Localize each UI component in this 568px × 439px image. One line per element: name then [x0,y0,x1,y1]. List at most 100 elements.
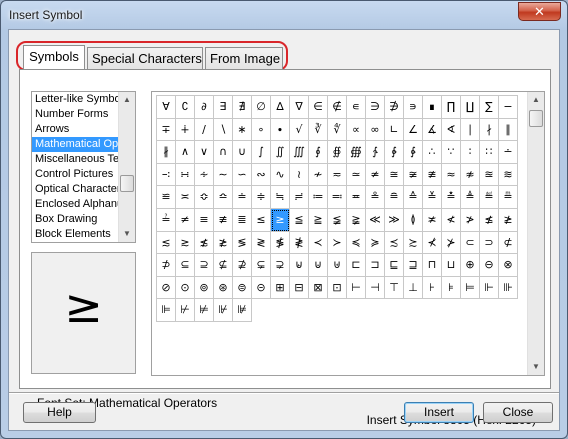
symbol-cell[interactable]: ∾ [252,163,271,187]
symbol-cell[interactable]: ⊧ [442,276,461,300]
symbol-cell[interactable]: ∗ [233,118,252,142]
symbol-cell[interactable]: ≋ [499,163,518,187]
symbol-cell[interactable]: ≦ [290,208,309,232]
symbol-cell[interactable]: ≆ [404,163,423,187]
symbol-cell[interactable]: ∱ [366,141,385,164]
symbol-cell[interactable]: ≼ [347,231,366,255]
symbol-cell[interactable]: ∹ [157,163,176,187]
symbol-cell[interactable]: ≖ [347,186,366,209]
symbol-cell[interactable]: − [499,96,518,119]
symbol-cell[interactable]: ≾ [385,231,404,255]
symbol-cell[interactable]: ∊ [347,96,366,119]
symbol-cell[interactable]: ∑ [480,96,499,119]
symbol-cell[interactable]: ∡ [423,118,442,142]
symbol-cell[interactable]: ∣ [461,118,480,142]
symbol-cell[interactable]: ⊫ [157,299,176,322]
symbol-cell[interactable]: ∄ [233,96,252,119]
scrollbar-thumb[interactable] [529,110,543,127]
symbol-cell[interactable]: ⊩ [480,276,499,300]
symbol-cell[interactable]: ∟ [385,118,404,142]
symbol-cell[interactable]: ⊥ [404,276,423,300]
symbol-cell[interactable]: ≏ [214,186,233,209]
symbol-cell[interactable]: ∶ [461,141,480,164]
symbol-cell[interactable]: ⊠ [309,276,328,300]
symbol-cell[interactable]: ⊕ [461,254,480,277]
symbol-cell[interactable]: ≧ [309,208,328,232]
symbol-cell[interactable]: ∏ [442,96,461,119]
symbol-cell[interactable]: ∭ [290,141,309,164]
symbol-cell[interactable]: ∲ [385,141,404,164]
symbol-cell[interactable]: ∺ [176,163,195,187]
symbol-cell[interactable]: ∯ [328,141,347,164]
symbol-cell[interactable]: ∛ [309,118,328,142]
font-subset-item[interactable]: Mathematical Operators [32,137,120,152]
symbol-cell[interactable]: ∎ [423,96,442,119]
symbol-cell[interactable]: ≒ [271,186,290,209]
symbol-cell[interactable]: ⊂ [461,231,480,255]
symbol-cell[interactable]: ∞ [366,118,385,142]
symbol-cell[interactable]: ≗ [366,186,385,209]
symbol-cell[interactable]: ⊜ [233,276,252,300]
symbol-cell[interactable]: ⊉ [233,254,252,277]
font-subset-item[interactable]: Block Elements [32,227,120,242]
font-subset-item[interactable]: Letter-like Symbols [32,92,120,107]
scroll-down-icon[interactable]: ▼ [119,226,135,242]
symbol-cell[interactable]: ⊔ [442,254,461,277]
symbol-cell[interactable]: ∤ [480,118,499,142]
symbol-cell[interactable]: ≂ [328,163,347,187]
symbol-cell[interactable]: ⊁ [442,231,461,255]
symbol-cell[interactable]: ∘ [252,118,271,142]
symbol-cell[interactable]: ≽ [366,231,385,255]
symbol-cell[interactable]: √ [290,118,309,142]
symbol-cell[interactable]: ∝ [347,118,366,142]
symbol-cell[interactable]: ≰ [480,208,499,232]
symbol-cell[interactable]: ⊖ [480,254,499,277]
symbol-cell[interactable]: ∨ [195,141,214,164]
symbol-cell[interactable]: ⊓ [423,254,442,277]
symbol-cell[interactable]: ≞ [499,186,518,209]
symbol-cell[interactable]: ⊄ [499,231,518,255]
font-subset-item[interactable]: Arrows [32,122,120,137]
symbol-cell[interactable]: ∙ [271,118,290,142]
title-bar[interactable]: Insert Symbol ✕ [1,1,567,29]
close-button[interactable]: Close [483,402,553,423]
symbol-cell[interactable]: ≵ [214,231,233,255]
symbol-cell[interactable]: ∵ [442,141,461,164]
symbol-cell[interactable]: ∳ [404,141,423,164]
symbol-cell[interactable]: ≢ [214,208,233,232]
symbol-cell[interactable]: ≕ [328,186,347,209]
symbol-cell[interactable]: ∆ [271,96,290,119]
symbol-cell[interactable]: ≩ [347,208,366,232]
scroll-up-icon[interactable]: ▲ [528,92,544,108]
symbol-cell[interactable]: ≔ [309,186,328,209]
symbol-cell[interactable]: ⊌ [290,254,309,277]
symbol-cell[interactable]: ≴ [195,231,214,255]
symbol-cell[interactable]: ≎ [195,186,214,209]
symbol-cell[interactable]: ≻ [328,231,347,255]
symbol-cell[interactable]: ⊎ [328,254,347,277]
symbol-cell[interactable]: ≙ [404,186,423,209]
symbol-cell[interactable]: ≳ [176,231,195,255]
symbol-cell[interactable]: ≬ [404,208,423,232]
symbol-cell[interactable]: ⊮ [214,299,233,322]
symbol-cell[interactable]: ≥ [271,208,290,232]
symbol-cell[interactable]: ∖ [214,118,233,142]
symbol-cell[interactable]: ∦ [157,141,176,164]
symbol-cell[interactable]: ∈ [309,96,328,119]
symbol-cell[interactable]: ∅ [252,96,271,119]
symbol-cell[interactable]: ∩ [214,141,233,164]
symbol-cell[interactable]: ≨ [328,208,347,232]
symbol-cell[interactable]: ∉ [328,96,347,119]
symbol-cell[interactable]: ≷ [252,231,271,255]
symbol-cell[interactable]: ≱ [499,208,518,232]
symbol-cell[interactable]: ⊡ [328,276,347,300]
symbol-cell[interactable]: ⊟ [290,276,309,300]
symbol-cell[interactable]: ⊋ [271,254,290,277]
symbol-cell[interactable]: ∪ [233,141,252,164]
symbol-cell[interactable]: ≃ [347,163,366,187]
symbol-cell[interactable]: ≠ [176,208,195,232]
symbol-cell[interactable]: ∰ [347,141,366,164]
symbol-cell[interactable]: ⊙ [176,276,195,300]
symbol-cell[interactable]: ∐ [461,96,480,119]
symbol-cell[interactable]: ≲ [157,231,176,255]
